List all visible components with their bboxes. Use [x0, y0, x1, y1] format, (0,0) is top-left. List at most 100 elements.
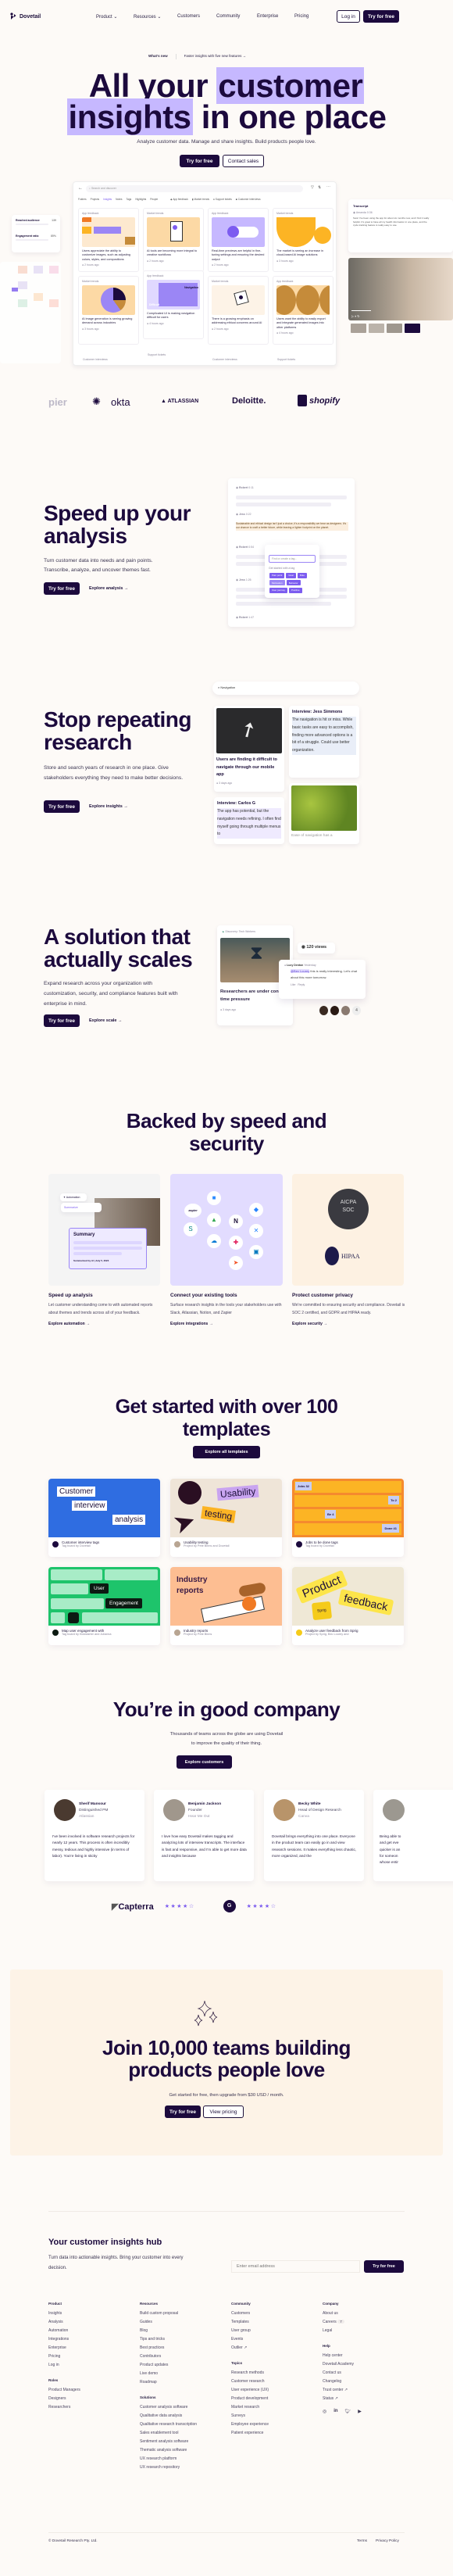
footer-email-input[interactable] [231, 2260, 360, 2273]
footer-link[interactable]: Patient experience [231, 2431, 317, 2435]
hero-contact-button[interactable]: Contact sales [223, 155, 264, 167]
insight-card[interactable]: Market trends AI tools are becoming more… [143, 208, 204, 272]
reply-button[interactable]: Reply [298, 983, 305, 986]
template-card[interactable]: Product feedback Sprig Analyze user feed… [292, 1567, 404, 1645]
template-card[interactable]: Usability testing ➤ Usability testing Pro… [170, 1479, 282, 1557]
footer-link[interactable]: Pricing [48, 2354, 134, 2359]
footer-link[interactable]: Live demo [140, 2371, 230, 2376]
highlighted-quote[interactable]: Sustainable and ethical design isn't jus… [236, 522, 348, 531]
footer-link[interactable]: Customer analysis software [140, 2405, 230, 2410]
explore-automation-link[interactable]: Explore automation → [48, 1322, 162, 1326]
footer-link[interactable]: Sentiment analysis software [140, 2439, 230, 2444]
template-card[interactable]: Jobs 32 To 2 Be 4 Done 41 Jobs to be don… [292, 1479, 404, 1557]
filter-app-feedback[interactable]: ◆ App feedback [170, 198, 188, 201]
login-button[interactable]: Log in [337, 10, 360, 23]
more-icon[interactable]: ⋯ [326, 184, 330, 189]
footer-link[interactable]: User experience (UX) [231, 2388, 317, 2392]
research-card[interactable]: Interview: Jess Simmons The navigation i… [289, 706, 359, 778]
footer-link[interactable]: Outlier ↗ [231, 2345, 317, 2350]
explore-integrations-link[interactable]: Explore integrations → [170, 1322, 284, 1326]
brand-logo[interactable]: Dovetail [10, 13, 41, 20]
announcement-text[interactable]: Faster insights with five new features → [184, 54, 247, 59]
mention[interactable]: @Bec Lourey [291, 969, 310, 973]
footer-link[interactable]: Contributors [140, 2354, 230, 2359]
terms-link[interactable]: Terms [357, 2539, 367, 2543]
explore-analysis-link[interactable]: Explore analysis → [89, 586, 128, 591]
footer-link[interactable]: Sales enablement tool [140, 2431, 230, 2435]
footer-link[interactable]: Customers [231, 2311, 317, 2316]
footer-link[interactable]: Market research [231, 2405, 317, 2410]
filter-customer-interviews[interactable]: ■ Customer interviews [236, 198, 261, 201]
footer-link[interactable]: Changelog [323, 2379, 405, 2384]
footer-link-careers[interactable]: Careers 7 [323, 2320, 405, 2324]
footer-link[interactable]: Best practices [140, 2345, 230, 2350]
footer-link[interactable]: Product Managers [48, 2388, 134, 2392]
tag-chip[interactable]: Goal [286, 572, 296, 578]
analysis-try-button[interactable]: Try for free [44, 582, 80, 595]
like-button[interactable]: Like [291, 983, 295, 986]
footer-link[interactable]: Qualitative data analysis [140, 2413, 230, 2418]
footer-link[interactable]: Researchers [48, 2405, 134, 2410]
template-card[interactable]: Industry reports Industry reports Project … [170, 1567, 282, 1645]
footer-link[interactable]: Templates [231, 2320, 317, 2324]
explore-customers-button[interactable]: Explore customers [177, 1755, 232, 1769]
tag-chip[interactable]: Behavior [286, 580, 301, 585]
back-arrow-icon[interactable]: ← [78, 186, 83, 191]
footer-link[interactable]: Product updates [140, 2363, 230, 2367]
tab-insights[interactable]: Insights [103, 198, 112, 201]
footer-link[interactable]: Research methods [231, 2370, 317, 2375]
insight-card[interactable]: App feedback Users appreciate the abilit… [78, 208, 139, 272]
explore-security-link[interactable]: Explore security → [292, 1322, 405, 1326]
research-card[interactable]: Interview: Carlos G The app has potentia… [214, 797, 284, 844]
footer-link[interactable]: About us [323, 2311, 405, 2316]
youtube-icon[interactable]: ▶ [358, 2409, 362, 2414]
footer-link[interactable]: Analysis [48, 2320, 134, 2324]
nav-product[interactable]: Product ⌄ [96, 14, 117, 20]
tab-people[interactable]: People [150, 198, 158, 201]
footer-link[interactable]: Automation [48, 2328, 134, 2333]
filter-support-tickets[interactable]: ● Support tickets [213, 198, 232, 201]
footer-link[interactable]: Dovetail Academy [323, 2362, 405, 2367]
sort-icon[interactable]: ⇅ [318, 185, 321, 190]
try-free-nav-button[interactable]: Try for free [363, 10, 399, 23]
footer-link[interactable]: Contact us [323, 2370, 405, 2375]
footer-link[interactable]: Legal [323, 2328, 405, 2333]
nav-community[interactable]: Community [216, 14, 240, 19]
nav-enterprise[interactable]: Enterprise [257, 14, 278, 19]
footer-link[interactable]: Employee experience [231, 2422, 317, 2427]
footer-link[interactable]: Product development [231, 2396, 317, 2401]
privacy-link[interactable]: Privacy Policy [376, 2539, 399, 2543]
footer-link[interactable]: Events [231, 2337, 317, 2342]
tag-chip[interactable]: Pain point [269, 572, 285, 578]
insight-card[interactable]: App feedback Users want the ability to e… [273, 276, 334, 345]
search-input[interactable]: ⌕ Search and discover [86, 185, 303, 192]
insight-card[interactable]: Market trends The market is seeing an in… [273, 208, 334, 272]
nav-pricing[interactable]: Pricing [294, 14, 309, 19]
tag-chip[interactable]: User journey [269, 587, 288, 593]
insight-card[interactable]: Market trends There is a growing emphasi… [208, 276, 269, 345]
footer-try-button[interactable]: Try for free [364, 2260, 404, 2273]
template-card[interactable]: User Engagement Map user engagement with… [48, 1567, 160, 1645]
footer-link[interactable]: Insights [48, 2311, 134, 2316]
footer-link[interactable]: Integrations [48, 2337, 134, 2342]
video-progress[interactable] [351, 309, 371, 311]
research-card[interactable]: ➚ Users are finding it difficult to navi… [214, 706, 284, 792]
hero-try-button[interactable]: Try for free [180, 155, 219, 167]
insight-card[interactable]: Market trends AI image generation is see… [78, 276, 139, 345]
footer-link[interactable]: Help center [323, 2353, 405, 2358]
footer-link[interactable]: Designers [48, 2396, 134, 2401]
video-player[interactable]: ▷ ⏸ ↻ [348, 258, 453, 320]
research-try-button[interactable]: Try for free [44, 800, 80, 813]
footer-link[interactable]: UX research repository [140, 2465, 230, 2470]
footer-link[interactable]: Tips and tricks [140, 2337, 230, 2342]
tab-tags[interactable]: Tags [126, 198, 131, 201]
twitter-icon[interactable]: 🐦︎ [345, 2409, 351, 2414]
template-card[interactable]: Customer interview analysis Customer int… [48, 1479, 160, 1557]
filter-icon[interactable]: ▽ [311, 185, 314, 190]
scale-try-button[interactable]: Try for free [44, 1014, 80, 1027]
explore-templates-button[interactable]: Explore all templates [193, 1446, 260, 1458]
insight-card[interactable]: App feedback Navigation Difficult Compli… [143, 270, 204, 339]
research-card[interactable]: Ease of navigation has a [289, 783, 359, 844]
filter-market-trends[interactable]: ▮ Market trends [192, 198, 209, 201]
tab-highlights[interactable]: Highlights [135, 198, 146, 201]
